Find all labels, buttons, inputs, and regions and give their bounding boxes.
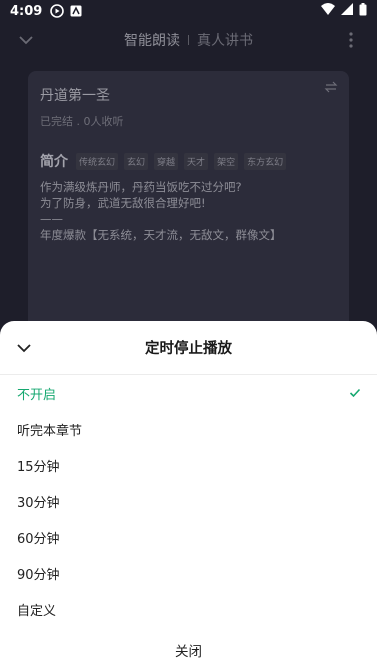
- intro-label: 简介: [40, 154, 68, 170]
- mode-tabs: 智能朗读 真人讲书: [124, 30, 253, 50]
- status-time: 4:09: [10, 3, 43, 19]
- desc-line: 作为满级炼丹师，丹药当饭吃不过分吧?: [40, 180, 242, 194]
- option-30-min[interactable]: 30分钟: [0, 483, 377, 519]
- check-icon: [349, 387, 361, 399]
- tag: 玄幻: [124, 152, 149, 170]
- option-end-of-chapter[interactable]: 听完本章节: [0, 411, 377, 447]
- book-info-card: 丹道第一圣 已完结 . 0人收听 简介 传统玄幻 玄幻 穿越 天才 架空 东方玄…: [28, 71, 349, 331]
- desc-line: ——: [40, 212, 63, 226]
- option-label: 90分钟: [17, 567, 60, 583]
- intro-row: 简介 传统玄幻 玄幻 穿越 天才 架空 东方玄幻: [40, 151, 337, 171]
- desc-line: 年度爆款【无系统，天才流，无敌文，群像文】: [40, 228, 282, 242]
- option-90-min[interactable]: 90分钟: [0, 555, 377, 591]
- play-circle-icon: [50, 4, 65, 18]
- book-status: 已完结 . 0人收听: [40, 115, 124, 128]
- tag: 东方玄幻: [244, 152, 287, 170]
- battery-icon: [359, 2, 367, 20]
- tab-human-narration[interactable]: 真人讲书: [197, 30, 253, 50]
- chevron-down-icon[interactable]: [14, 338, 34, 358]
- tag: 传统玄幻: [76, 152, 119, 170]
- swap-icon[interactable]: [323, 79, 339, 95]
- option-label: 听完本章节: [17, 423, 83, 439]
- option-label: 不开启: [17, 387, 57, 403]
- close-button[interactable]: 关闭: [0, 631, 377, 669]
- a-box-icon: [70, 5, 82, 17]
- option-off[interactable]: 不开启: [0, 375, 377, 411]
- desc-line: 为了防身，武道无敌很合理好吧!: [40, 196, 206, 210]
- option-custom[interactable]: 自定义: [0, 591, 377, 627]
- tag: 架空: [214, 152, 239, 170]
- option-60-min[interactable]: 60分钟: [0, 519, 377, 555]
- sleep-timer-sheet: 定时停止播放 不开启 听完本章节 15分钟 30分钟 60分钟 90分钟 自定义…: [0, 321, 377, 670]
- book-description: 作为满级炼丹师，丹药当饭吃不过分吧? 为了防身，武道无敌很合理好吧! —— 年度…: [40, 179, 337, 243]
- tag: 天才: [184, 152, 209, 170]
- more-vertical-icon[interactable]: [341, 30, 361, 50]
- option-label: 60分钟: [17, 531, 60, 547]
- option-15-min[interactable]: 15分钟: [0, 447, 377, 483]
- option-label: 30分钟: [17, 495, 60, 511]
- chevron-down-icon[interactable]: [16, 30, 36, 50]
- signal-icon: [341, 3, 353, 19]
- tab-smart-reading[interactable]: 智能朗读: [124, 30, 180, 50]
- sheet-title: 定时停止播放: [145, 341, 232, 357]
- option-label: 自定义: [17, 603, 57, 619]
- book-title: 丹道第一圣: [40, 88, 110, 104]
- sheet-header: 定时停止播放: [0, 321, 377, 375]
- tab-divider: [188, 35, 189, 45]
- option-label: 15分钟: [17, 459, 60, 475]
- app-bar: 智能朗读 真人讲书: [0, 22, 377, 58]
- status-bar: 4:09: [0, 0, 377, 22]
- tag: 穿越: [154, 152, 179, 170]
- wifi-icon: [321, 3, 335, 19]
